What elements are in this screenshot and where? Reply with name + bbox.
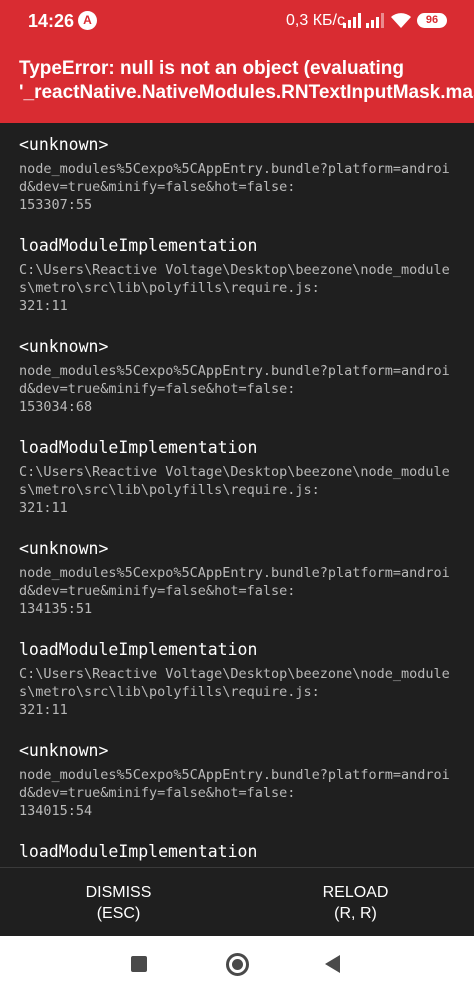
stack-frame-file: C:\Users\Reactive Voltage\Desktop\beezon…: [19, 666, 450, 700]
stack-frame[interactable]: loadModuleImplementationC:\Users\Reactiv…: [19, 842, 455, 867]
stack-frame[interactable]: loadModuleImplementation C:\Users\Reactiv…: [19, 438, 455, 517]
stack-frame-method: loadModuleImplementation: [19, 842, 258, 861]
stack-frame-line: 321:11: [19, 500, 68, 516]
status-bar: 14:26 A 0,3 КБ/с 96: [0, 0, 474, 42]
stack-frame-method: <unknown>: [19, 337, 109, 356]
dismiss-button[interactable]: DISMISS (ESC): [0, 868, 237, 936]
redbox-error-screen: 14:26 A 0,3 КБ/с 96 TypeError: null is n…: [0, 0, 474, 992]
reload-shortcut: (R, R): [334, 905, 377, 922]
reload-button[interactable]: RELOAD (R, R): [237, 868, 474, 936]
battery-icon: 96: [417, 13, 447, 28]
redbox-footer: DISMISS (ESC) RELOAD (R, R): [0, 867, 474, 936]
stack-frame-method: loadModuleImplementation: [19, 438, 258, 457]
stack-frame-line: 321:11: [19, 298, 68, 314]
stack-frame-line: 134135:51: [19, 601, 93, 617]
stack-frame-method: <unknown>: [19, 135, 109, 154]
dismiss-label: DISMISS: [85, 884, 152, 901]
reload-label: RELOAD: [322, 884, 389, 901]
back-icon[interactable]: [325, 955, 340, 973]
network-speed: 0,3 КБ/с: [286, 12, 345, 29]
stack-frame-file: C:\Users\Reactive Voltage\Desktop\beezon…: [19, 262, 450, 296]
signal-icon: [343, 13, 361, 28]
stack-trace[interactable]: <unknown> node_modules%5Cexpo%5CAppEntry.…: [0, 123, 474, 867]
stack-frame-method: <unknown>: [19, 539, 109, 558]
wifi-icon: [391, 13, 411, 28]
stack-frame[interactable]: <unknown> node_modules%5Cexpo%5CAppEntry.…: [19, 337, 455, 416]
status-time: 14:26: [28, 11, 75, 31]
android-navigation-bar: [0, 936, 474, 992]
home-icon[interactable]: [226, 953, 249, 976]
stack-frame-file: C:\Users\Reactive Voltage\Desktop\beezon…: [19, 464, 450, 498]
stack-frame[interactable]: loadModuleImplementation C:\Users\Reactiv…: [19, 640, 455, 719]
signal-icon-secondary: [366, 13, 384, 28]
stack-frame-line: 153034:68: [19, 399, 93, 415]
app-notification-icon: A: [78, 11, 97, 30]
stack-frame-file: node_modules%5Cexpo%5CAppEntry.bundle?pl…: [19, 363, 450, 397]
stack-frame[interactable]: loadModuleImplementation C:\Users\Reactiv…: [19, 236, 455, 315]
stack-frame-line: 153307:55: [19, 197, 93, 213]
stack-frame-method: loadModuleImplementation: [19, 640, 258, 659]
recents-icon[interactable]: [131, 956, 147, 972]
stack-frame-line: 134015:54: [19, 803, 93, 819]
dismiss-shortcut: (ESC): [96, 905, 141, 922]
stack-frame[interactable]: <unknown> node_modules%5Cexpo%5CAppEntry.…: [19, 539, 455, 618]
stack-frame-method: <unknown>: [19, 741, 109, 760]
stack-frame-method: loadModuleImplementation: [19, 236, 258, 255]
stack-frame[interactable]: <unknown> node_modules%5Cexpo%5CAppEntry.…: [19, 741, 455, 820]
stack-frame-line: 321:11: [19, 702, 68, 718]
stack-frame-file: node_modules%5Cexpo%5CAppEntry.bundle?pl…: [19, 767, 450, 801]
stack-frame[interactable]: <unknown> node_modules%5Cexpo%5CAppEntry.…: [19, 135, 455, 214]
error-message: TypeError: null is not an object (evalua…: [0, 42, 474, 123]
stack-frame-file: node_modules%5Cexpo%5CAppEntry.bundle?pl…: [19, 161, 450, 195]
stack-frame-file: node_modules%5Cexpo%5CAppEntry.bundle?pl…: [19, 565, 450, 599]
